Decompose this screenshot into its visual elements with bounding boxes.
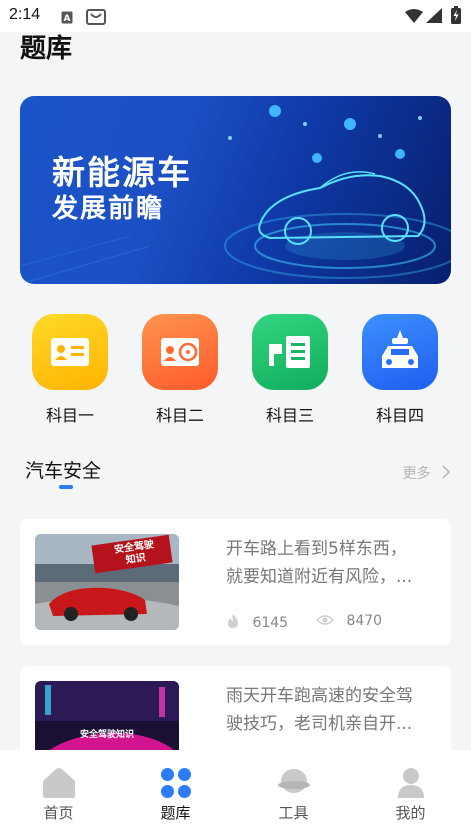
tab-tools-label: 工具 [278, 804, 309, 822]
tab-tools[interactable]: 工具 [235, 750, 352, 837]
section-indicator [59, 485, 73, 489]
banner-subtitle: 发展前瞻 [52, 194, 165, 224]
svg-text:A: A [64, 14, 71, 24]
keyboard-a-icon: A [61, 9, 73, 28]
more-link[interactable]: 更多 [403, 463, 451, 483]
home-icon [42, 767, 76, 803]
article-title: 开车路上看到5样东西， 就要知道附近有风险，... [226, 535, 431, 591]
tools-icon [277, 767, 311, 801]
subject-grid: 科目一 科目二 科目三 科目四 [20, 314, 451, 426]
subject-4-label: 科目四 [375, 406, 424, 425]
tab-question-bank-label: 题库 [160, 804, 191, 822]
page-title: 题库 [20, 34, 73, 64]
eye-icon [315, 615, 335, 625]
article-title-line1: 雨天开车跑高速的安全驾 [226, 686, 413, 706]
wifi-icon [405, 8, 423, 27]
battery-charging-icon [451, 6, 461, 28]
more-label: 更多 [402, 466, 431, 482]
police-car-icon [362, 314, 438, 390]
article-title-line2: 就要知道附近有风险，... [226, 567, 413, 587]
id-card-icon [32, 314, 108, 390]
route-checklist-icon [252, 314, 328, 390]
section-title: 汽车安全 [25, 460, 102, 482]
views-stat: 8470 [315, 613, 383, 629]
tab-question-bank[interactable]: 题库 [117, 750, 234, 837]
bottom-tab-bar: 首页 题库 工具 我的 [0, 750, 471, 837]
article-title-line2: 驶技巧，老司机亲自开... [226, 714, 413, 734]
chevron-right-icon [442, 465, 451, 479]
banner-title: 新能源车 [52, 153, 192, 192]
tab-profile[interactable]: 我的 [352, 750, 469, 837]
article-title: 雨天开车跑高速的安全驾 驶技巧，老司机亲自开... [226, 682, 431, 738]
steering-license-icon [142, 314, 218, 390]
flame-icon [228, 614, 238, 628]
subject-3-button[interactable]: 科目三 [250, 314, 330, 426]
status-time: 2:14 [9, 6, 41, 23]
subject-2-button[interactable]: 科目二 [140, 314, 220, 426]
article-card[interactable]: 安全驾驶 知识 开车路上看到5样东西， 就要知道附近有风险，... 6145 8… [20, 519, 451, 645]
promo-banner[interactable]: 新能源车 发展前瞻 [20, 96, 451, 284]
question-bank-icon [160, 767, 192, 803]
subject-3-label: 科目三 [265, 406, 314, 425]
subject-1-label: 科目一 [45, 406, 94, 425]
article-title-line1: 开车路上看到5样东西， [226, 539, 407, 559]
subject-1-button[interactable]: 科目一 [30, 314, 110, 426]
tab-home-label: 首页 [43, 804, 74, 822]
profile-icon [396, 767, 426, 803]
article-thumbnail: 安全驾驶 知识 [35, 534, 179, 630]
subject-2-label: 科目二 [155, 406, 204, 425]
likes-count: 6145 [252, 615, 289, 631]
tab-home[interactable]: 首页 [0, 750, 117, 837]
subject-4-button[interactable]: 科目四 [360, 314, 440, 426]
shopping-bag-icon [86, 9, 106, 29]
views-count: 8470 [346, 613, 383, 629]
tab-profile-label: 我的 [395, 804, 426, 822]
likes-stat: 6145 [226, 613, 288, 631]
thumb-caption: 安全驾驶知识 [79, 730, 134, 740]
cell-signal-icon [426, 8, 442, 27]
